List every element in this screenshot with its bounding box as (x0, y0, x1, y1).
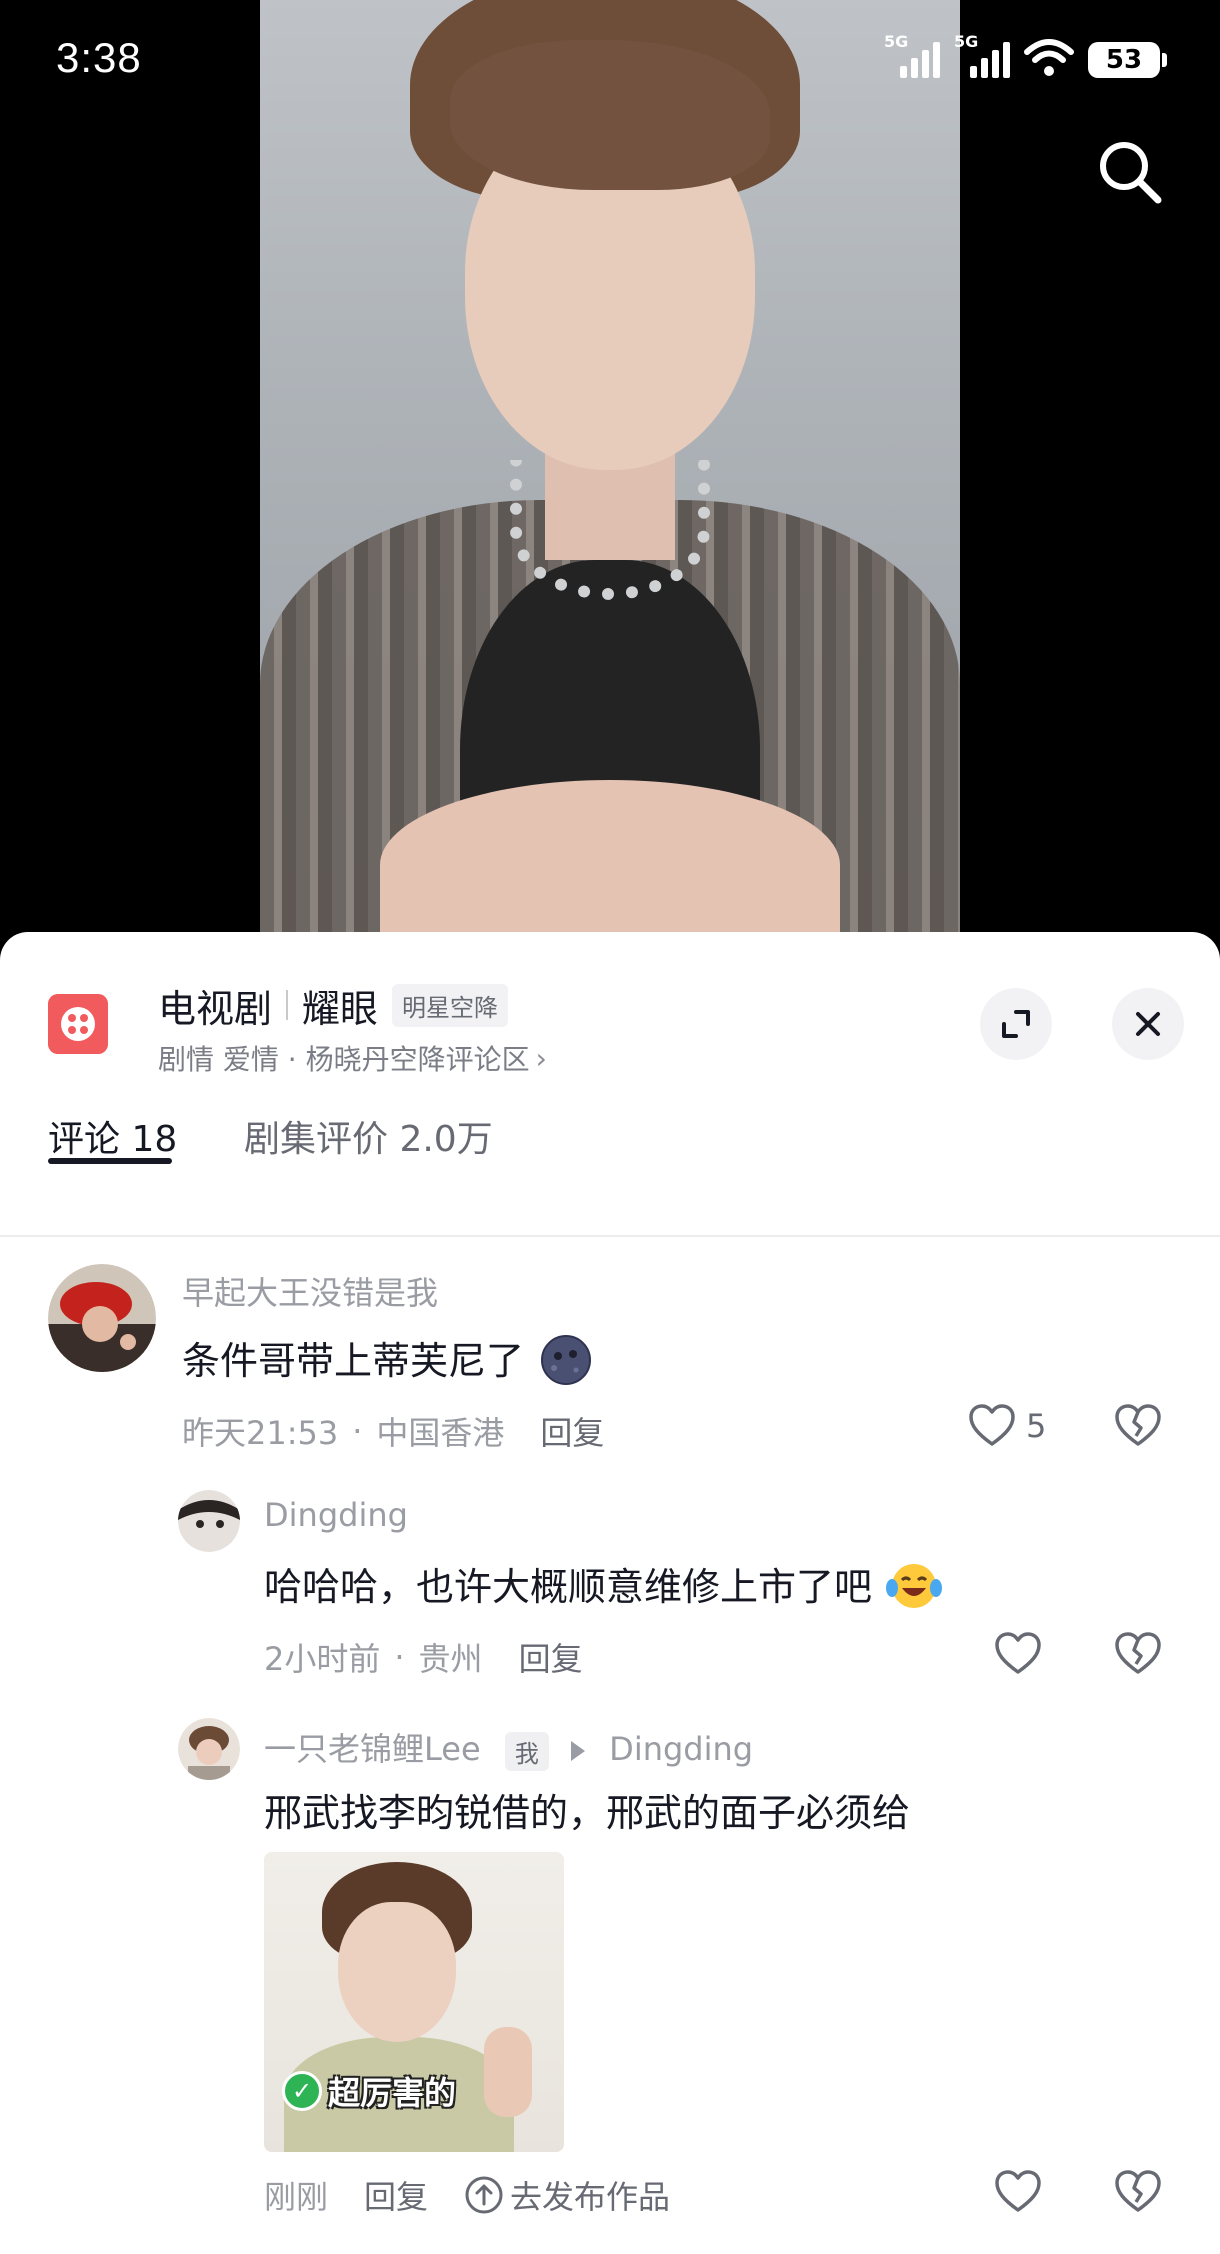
reply-button[interactable]: 回复 (540, 1408, 604, 1454)
comment-image-caption-text: 超厉害的 (328, 2074, 457, 2112)
comment-username[interactable]: Dingding (264, 1496, 408, 1534)
upload-circle-icon (465, 2176, 503, 2214)
like-button[interactable]: 5 (968, 1404, 1046, 1448)
chevron-right-icon: › (535, 1041, 547, 1075)
comment-text: 哈哈哈，也许大概顺意维修上市了吧 (264, 1556, 943, 1612)
avatar[interactable] (48, 1264, 156, 1372)
broken-heart-icon[interactable] (1114, 1632, 1162, 1676)
comment-text: 邢武找李昀锐借的，邢武的面子必须给 (264, 1791, 911, 1835)
video-frame[interactable] (260, 0, 960, 940)
status-bar: 3:38 5G 5G 53 (0, 0, 1220, 120)
comment-tabs: 评论 18 剧集评价 2.0万 (0, 1112, 1220, 1168)
reply-arrow-icon (571, 1741, 585, 1761)
comment-text-body: 条件哥带上蒂芙尼了 (182, 1339, 525, 1383)
reply-button[interactable]: 回复 (519, 1634, 583, 1680)
sheet-header: 电视剧 耀眼 明星空降 剧情 爱情 · 杨晓丹空降评论区 › (0, 932, 1220, 1112)
show-title[interactable]: 耀眼 (302, 978, 378, 1033)
cellular-signal-icon: 5G (884, 32, 940, 78)
search-icon[interactable] (1094, 136, 1164, 206)
heart-icon (969, 1404, 1015, 1446)
comment-location: 贵州 (418, 1640, 483, 1678)
status-time: 3:38 (56, 34, 142, 81)
comment-image[interactable]: ✓ 超厉害的 (264, 1852, 564, 2152)
avatar[interactable] (178, 1490, 240, 1552)
wifi-icon (1024, 39, 1074, 76)
tv-series-app-icon[interactable] (48, 994, 108, 1054)
comment-username: 一只老锦鲤Lee 我 Dingding (264, 1724, 753, 1771)
close-icon (1136, 1012, 1160, 1036)
comment-meta: 2小时前 · 贵州 回复 (264, 1634, 583, 1680)
video-player[interactable] (0, 0, 1220, 940)
status-icons: 5G 5G 53 (884, 32, 1167, 78)
expand-button[interactable] (980, 988, 1052, 1060)
broken-heart-icon[interactable] (1114, 1404, 1162, 1448)
tabs-divider (0, 1235, 1220, 1237)
like-count: 5 (1026, 1407, 1047, 1445)
comment-meta: 昨天21:53 · 中国香港 回复 (182, 1408, 604, 1454)
title-divider (286, 990, 289, 1020)
comment-time: 刚刚 (264, 2178, 329, 2216)
comment-username[interactable]: 早起大王没错是我 (182, 1268, 438, 1314)
comment-location: 中国香港 (376, 1414, 505, 1452)
publish-work-button[interactable]: 去发布作品 (464, 2172, 670, 2218)
laughing-crying-emoji-icon (886, 1564, 943, 1608)
expand-icon (1002, 1010, 1030, 1038)
cellular-signal-icon: 5G (954, 32, 1010, 78)
broken-heart-icon[interactable] (1114, 2170, 1162, 2214)
close-button[interactable] (1112, 988, 1184, 1060)
meta-separator: · (394, 1638, 405, 1676)
reply-button[interactable]: 回复 (364, 2172, 428, 2218)
show-subtitle-link[interactable]: 剧情 爱情 · 杨晓丹空降评论区 › (158, 1038, 547, 1078)
show-subtitle: 剧情 爱情 · 杨晓丹空降评论区 (158, 1043, 530, 1076)
comment-time: 昨天21:53 (182, 1414, 339, 1452)
comment-image-caption: ✓ 超厉害的 (282, 2068, 456, 2114)
reply-to-username[interactable]: Dingding (609, 1730, 753, 1768)
tab-comments[interactable]: 评论 18 (48, 1110, 177, 1162)
avatar[interactable] (178, 1718, 240, 1780)
heart-icon[interactable] (994, 1632, 1042, 1676)
comment-image-figure-face (338, 1902, 456, 2042)
meta-separator: · (352, 1412, 363, 1450)
heart-icon[interactable] (994, 2170, 1042, 2214)
moon-emoji-icon (541, 1335, 592, 1385)
comment-username-text[interactable]: 一只老锦鲤Lee (264, 1730, 481, 1768)
publish-work-label: 去发布作品 (510, 2178, 671, 2216)
video-figure-necklace (510, 460, 710, 600)
show-title-row[interactable]: 电视剧 耀眼 明星空降 (158, 978, 509, 1033)
comment-meta: 刚刚 回复 去发布作品 (264, 2172, 670, 2218)
self-badge: 我 (504, 1731, 549, 1771)
comment-text: 条件哥带上蒂芙尼了 (182, 1330, 592, 1386)
check-icon: ✓ (282, 2071, 322, 2111)
category-label: 电视剧 (158, 986, 273, 1031)
star-tag-badge: 明星空降 (392, 983, 509, 1027)
comment-time: 2小时前 (264, 1640, 381, 1678)
thumbs-up-icon (484, 2027, 532, 2117)
tab-episode-reviews[interactable]: 剧集评价 2.0万 (244, 1110, 493, 1162)
battery-icon: 53 (1088, 42, 1167, 78)
video-figure-hands (380, 780, 840, 940)
comment-text-body: 哈哈哈，也许大概顺意维修上市了吧 (264, 1565, 873, 1609)
tab-active-indicator (48, 1158, 172, 1164)
